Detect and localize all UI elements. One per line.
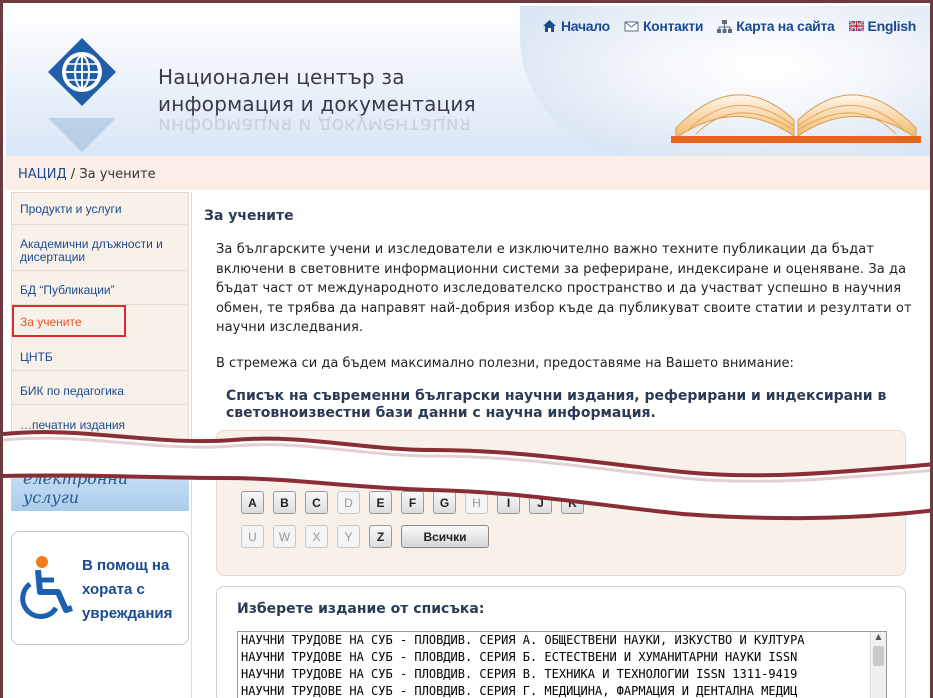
alphabet-filter-box: ABCDEFGHIJK U W X Y Z Всички [216,430,906,576]
letter-w-button: W [273,525,296,548]
letter-g-button[interactable]: G [433,491,456,514]
publication-select-box: Изберете издание от списъка: НАУЧНИ ТРУД… [216,586,906,698]
alphabet-row-2: U W X Y Z Всички [241,525,489,548]
help-text-line2: хората с [82,581,145,598]
letter-b-button[interactable]: B [273,491,296,514]
site-title-reflection-line: информация и документация [158,114,471,138]
publication-option[interactable]: НАУЧНИ ТРУДОВЕ НА СУБ - ПЛОВДИВ. СЕРИЯ Г… [238,683,886,698]
wheelchair-icon [20,556,73,619]
top-navigation: Начало Контакти Карта на сайта English [542,18,916,34]
letter-z-button[interactable]: Z [369,525,392,548]
nav-sitemap-link[interactable]: Карта на сайта [717,18,835,34]
site-title-line1: Национален център за [158,65,405,89]
help-text-line1: В помощ на [82,557,170,574]
journals-list-title: Списък на съвременни български научни из… [226,388,887,421]
site-header: Национален център за информация и докуме… [6,6,930,156]
help-text-line3: увреждания [82,605,173,622]
sidebar-item-print-editions[interactable]: …печатни издания [12,405,188,439]
letter-c-button[interactable]: C [305,491,328,514]
open-book-icon [671,94,921,143]
accessibility-help-text: В помощ на хората с увреждания [82,554,172,626]
nav-home-link[interactable]: Начало [542,18,610,34]
letter-j-button[interactable]: J [529,491,552,514]
nav-english-label: English [867,18,917,34]
page-title: За учените [204,208,294,224]
sitemap-icon [717,20,733,33]
nav-sitemap-label: Карта на сайта [736,18,835,34]
breadcrumb-current: За учените [79,167,156,182]
letter-x-button: X [305,525,328,548]
letter-e-button[interactable]: E [369,491,392,514]
publication-option[interactable]: НАУЧНИ ТРУДОВЕ НА СУБ - ПЛОВДИВ. СЕРИЯ А… [238,632,886,649]
publication-option[interactable]: НАУЧНИ ТРУДОВЕ НА СУБ - ПЛОВДИВ. СЕРИЯ В… [238,666,886,683]
main-content: За учените За българските учени и изслед… [191,192,925,698]
scroll-up-arrow-icon[interactable]: ▲ [871,632,886,646]
nav-contacts-label: Контакти [642,18,704,34]
electronic-services-label: електронни услуги [23,469,129,507]
letter-f-button[interactable]: F [401,491,424,514]
letter-y-button: Y [337,525,360,548]
nav-home-label: Начало [561,18,610,34]
page-frame: Национален център за информация и докуме… [0,0,933,698]
letter-d-button: D [337,491,360,514]
breadcrumb: НАЦИД / За учените [6,156,930,190]
sidebar-item-publications-db[interactable]: БД “Публикации” [12,271,188,305]
letter-a-button[interactable]: A [241,491,264,514]
letter-u-button: U [241,525,264,548]
mail-icon [624,21,639,32]
electronic-services-banner[interactable]: електронни услуги [11,451,189,511]
listbox-scrollbar[interactable]: ▲ [870,632,886,698]
logo-reflection [48,118,116,152]
accessibility-help-box[interactable]: В помощ на хората с увреждания [11,531,189,645]
sidebar-menu: Продукти и услуги Академични длъжности и… [11,192,189,442]
letter-h-button: H [465,491,488,514]
intro-paragraph: За българските учени и изследователи е и… [216,242,912,335]
nav-contacts-link[interactable]: Контакти [624,18,704,34]
site-title-reflection: информация и документация [158,112,471,139]
uk-flag-icon [848,20,864,32]
nav-english-link[interactable]: English [848,18,917,34]
sidebar-item-bik-pedagogy[interactable]: БИК по педагогика [12,371,188,405]
breadcrumb-home-link[interactable]: НАЦИД [18,167,67,182]
all-letters-button[interactable]: Всички [401,525,489,548]
letter-k-button[interactable]: K [561,491,584,514]
sidebar-item-products[interactable]: Продукти и услуги [12,193,188,225]
publication-select-title: Изберете издание от списъка: [237,601,485,617]
intro-paragraph-2: В стремежа си да бъдем максимално полезн… [216,356,794,371]
letter-i-button[interactable]: I [497,491,520,514]
publication-option[interactable]: НАУЧНИ ТРУДОВЕ НА СУБ - ПЛОВДИВ. СЕРИЯ Б… [238,649,886,666]
sidebar-item-ctnb[interactable]: ЦНТБ [12,337,188,371]
nacid-logo[interactable] [46,36,118,108]
publication-listbox[interactable]: НАУЧНИ ТРУДОВЕ НА СУБ - ПЛОВДИВ. СЕРИЯ А… [237,631,887,698]
site-title: Национален център за информация и докуме… [158,64,476,118]
sidebar-item-academic-positions[interactable]: Академични длъжности и дисертации [12,225,188,271]
home-icon [543,20,556,32]
sidebar-item-for-scientists[interactable]: За учените [12,305,126,337]
alphabet-row-1: ABCDEFGHIJK [241,491,584,514]
scroll-thumb[interactable] [873,646,884,666]
breadcrumb-separator: / [66,167,80,182]
